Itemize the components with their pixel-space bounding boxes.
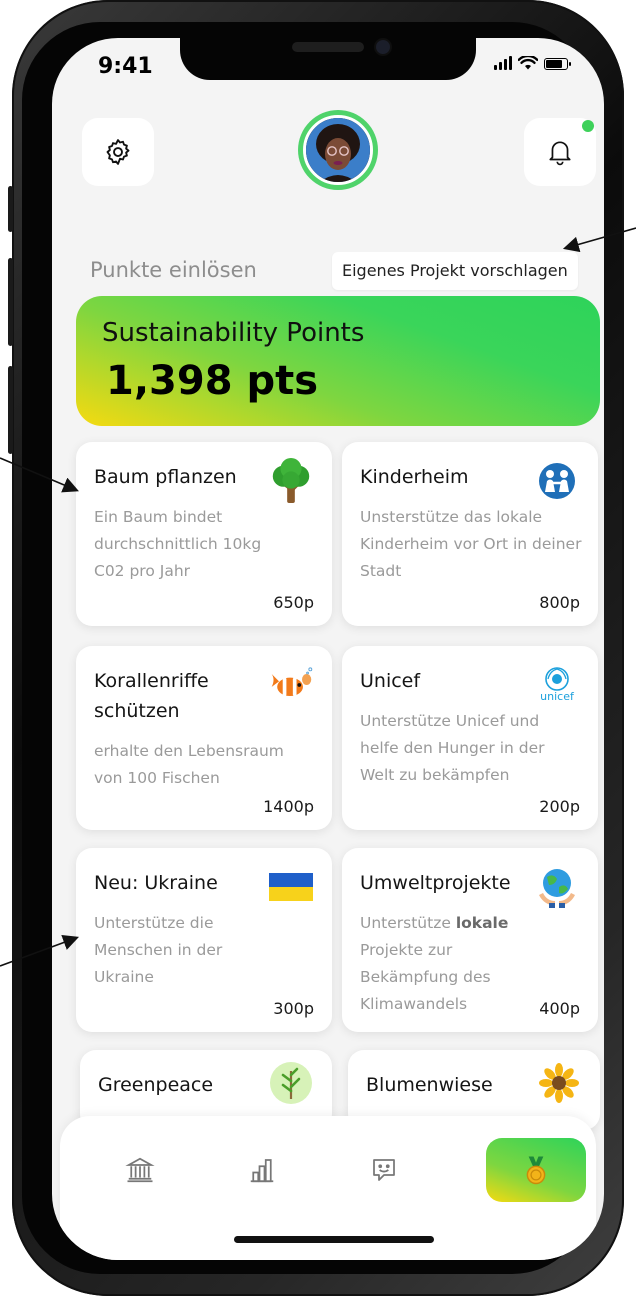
earth-hands-icon (534, 864, 580, 910)
notch (180, 38, 476, 80)
card-title: Unicef (360, 670, 421, 692)
card-title: Neu: Ukraine (94, 872, 218, 894)
card-points: 200p (539, 797, 580, 816)
battery-level (546, 60, 562, 68)
card-description: Unterstütze lokale Projekte zur Bekämpfu… (360, 910, 510, 1018)
home-indicator (234, 1236, 434, 1243)
section-title: Punkte einlösen (90, 258, 257, 282)
card-title: Kinderheim (360, 466, 469, 488)
card-description: Ein Baum bindet durchschnittlich 10kg C0… (94, 508, 262, 580)
points-card: Sustainability Points 1,398 pts (76, 296, 600, 426)
card-points: 1400p (263, 797, 314, 816)
card-title: Greenpeace (98, 1074, 214, 1096)
tree-icon (268, 458, 314, 504)
notifications-button[interactable] (524, 118, 596, 186)
ukraine-flag-icon (268, 864, 314, 910)
propose-project-button[interactable]: Eigenes Projekt vorschlagen (332, 252, 578, 290)
tab-statistics[interactable] (212, 1138, 312, 1202)
card-description: Unterstütze Unicef und helfe den Hunger … (360, 712, 545, 784)
battery-icon (544, 58, 571, 70)
medal-icon (526, 1156, 546, 1185)
unicef-logo: unicef (534, 662, 580, 708)
card-description: erhalte den Lebensraum von 100 Fischen (94, 742, 284, 787)
wifi-icon (518, 56, 538, 70)
front-camera (376, 40, 390, 54)
tab-bank[interactable] (90, 1138, 190, 1202)
points-value: 1,398 pts (106, 358, 319, 404)
card-points: 650p (273, 593, 314, 612)
bell-icon (549, 141, 571, 166)
notification-dot (582, 120, 594, 132)
card-points: 300p (273, 999, 314, 1018)
project-card-umweltprojekte[interactable]: Umweltprojekte Unterstütze lokale Projek… (342, 848, 598, 1032)
unicef-logo-text: unicef (540, 690, 574, 703)
points-label: Sustainability Points (102, 318, 365, 348)
signal-icon (494, 56, 512, 70)
settings-button[interactable] (82, 118, 154, 186)
project-card-ukraine[interactable]: Neu: Ukraine Unterstütze die Menschen in… (76, 848, 332, 1032)
avatar-button[interactable] (298, 110, 378, 190)
desc-bold: lokale (455, 914, 509, 932)
card-description: Unsterstütze das lokale Kinderheim vor O… (360, 508, 582, 580)
chart-icon (250, 1159, 274, 1183)
project-card-korallenriffe[interactable]: Korallenriffe schützen erhalte den Leben… (76, 646, 332, 830)
avatar-portrait (306, 118, 370, 182)
speaker (292, 42, 364, 52)
desc-text: Unterstütze (360, 914, 456, 932)
card-title: Korallenriffe schützen (94, 670, 209, 722)
mute-switch (8, 186, 13, 232)
volume-up-button (8, 258, 13, 346)
card-points: 400p (539, 999, 580, 1018)
tab-rewards[interactable] (486, 1138, 586, 1202)
card-description: Unterstütze die Menschen in der Ukraine (94, 914, 223, 986)
card-title: Baum pflanzen (94, 466, 237, 488)
gear-icon (106, 139, 130, 165)
project-card-unicef[interactable]: Unicef unicef Unterstütze Unicef und hel… (342, 646, 598, 830)
desc-text: Projekte zur Bekämpfung des Klimawandels (360, 941, 491, 1013)
project-card-baum[interactable]: Baum pflanzen Ein Baum bindet durchschni… (76, 442, 332, 626)
children-icon (534, 458, 580, 504)
volume-down-button (8, 366, 13, 454)
status-time: 9:41 (98, 54, 153, 79)
chat-icon (373, 1159, 395, 1181)
sunflower-icon (536, 1060, 582, 1106)
card-title: Blumenwiese (366, 1074, 493, 1096)
project-card-kinderheim[interactable]: Kinderheim Unsterstütze das lokale Kinde… (342, 442, 598, 626)
card-title: Umweltprojekte (360, 872, 511, 894)
status-icons (494, 56, 571, 70)
sapling-icon (268, 1060, 314, 1106)
tab-chat[interactable] (334, 1138, 434, 1202)
bank-icon (125, 1157, 155, 1183)
clownfish-icon (268, 662, 314, 708)
app-screen: 9:41 Punkte einlösen Eigenes Projekt vor… (52, 38, 604, 1260)
card-points: 800p (539, 593, 580, 612)
avatar (303, 115, 373, 185)
